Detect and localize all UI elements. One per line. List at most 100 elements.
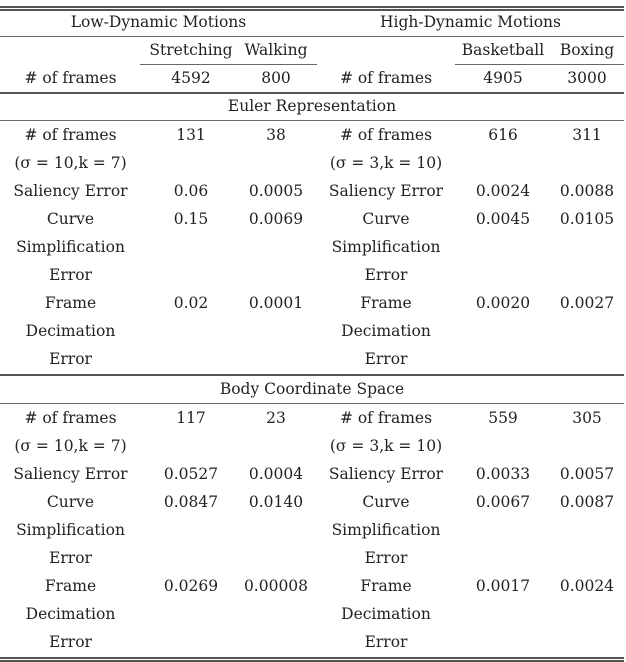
table-row: Decimation Decimation xyxy=(0,317,624,345)
cell-value: 0.0087 xyxy=(559,493,615,511)
cell-value: 0.0269 xyxy=(163,577,219,595)
row-label: Frame xyxy=(44,577,97,595)
row-label: Error xyxy=(49,549,92,567)
col-stretching: Stretching xyxy=(149,41,233,59)
table-row: # of frames 131 38 # of frames 616 311 xyxy=(0,121,624,149)
table-row: Simplification Simplification xyxy=(0,233,624,261)
group-high-dynamic: High-Dynamic Motions xyxy=(380,13,561,31)
cell-value: 0.0005 xyxy=(248,182,304,200)
col-basketball: Basketball xyxy=(461,41,545,59)
row-label: Frame xyxy=(360,577,412,595)
bottom-rule xyxy=(0,657,624,659)
row-label: Decimation xyxy=(341,605,431,623)
row-label: Decimation xyxy=(341,322,431,340)
cell-value: 0.02 xyxy=(173,294,209,312)
cell-value: 0.0033 xyxy=(475,465,531,483)
cell-value: 0.0020 xyxy=(475,294,531,312)
row-label: Error xyxy=(49,266,92,284)
cell-value: 305 xyxy=(572,409,602,427)
section-title-row: Euler Representation xyxy=(0,92,624,120)
cell-value: 131 xyxy=(176,126,206,144)
cell-value: 0.0140 xyxy=(248,493,304,511)
row-label: Simplification xyxy=(16,238,125,256)
table-row: Curve 0.0847 0.0140 Curve 0.0067 0.0087 xyxy=(0,488,624,516)
cell-value: 0.0069 xyxy=(248,210,304,228)
group-header-row: Low-Dynamic Motions High-Dynamic Motions xyxy=(0,8,624,36)
section-title-euler: Euler Representation xyxy=(227,97,397,115)
row-label: Curve xyxy=(362,493,410,511)
row-label: Simplification xyxy=(16,521,125,539)
cell-value: 0.0057 xyxy=(559,465,615,483)
row-label: Saliency Error xyxy=(13,465,128,483)
row-label: Error xyxy=(49,633,92,651)
table-row: Error Error xyxy=(0,345,624,373)
table-row: (σ = 10,k = 7) (σ = 3,k = 10) xyxy=(0,149,624,177)
group-low-dynamic: Low-Dynamic Motions xyxy=(70,13,247,31)
cell-value: 0.0527 xyxy=(163,465,219,483)
table-row: Curve 0.15 0.0069 Curve 0.0045 0.0105 xyxy=(0,205,624,233)
col-boxing: Boxing xyxy=(559,41,615,59)
frames-label: # of frames xyxy=(24,69,117,87)
row-label: Error xyxy=(364,350,408,368)
column-header-row: Stretching Walking Basketball Boxing xyxy=(0,36,624,64)
row-label: Frame xyxy=(360,294,412,312)
cell-value: 38 xyxy=(266,126,286,144)
params-label: (σ = 3,k = 10) xyxy=(329,437,443,455)
params-label: (σ = 3,k = 10) xyxy=(329,154,443,172)
frames-walking: 800 xyxy=(261,69,291,87)
cell-value: 23 xyxy=(266,409,286,427)
cell-value: 0.06 xyxy=(173,182,209,200)
row-label: Decimation xyxy=(25,605,116,623)
row-label: Error xyxy=(364,549,408,567)
row-label: # of frames xyxy=(339,126,433,144)
table-row: Saliency Error 0.06 0.0005 Saliency Erro… xyxy=(0,177,624,205)
row-label: Error xyxy=(364,266,408,284)
row-label: Saliency Error xyxy=(13,182,128,200)
cell-value: 616 xyxy=(488,126,518,144)
row-label: Error xyxy=(49,350,92,368)
cell-value: 0.0017 xyxy=(475,577,531,595)
frames-basketball: 4905 xyxy=(483,69,523,87)
cell-value: 0.0001 xyxy=(248,294,304,312)
section-title-body: Body Coordinate Space xyxy=(219,380,405,398)
table-row: Error Error xyxy=(0,261,624,289)
row-label: # of frames xyxy=(339,409,433,427)
row-label: Curve xyxy=(46,210,95,228)
row-label: # of frames xyxy=(24,409,117,427)
params-label: (σ = 10,k = 7) xyxy=(14,154,127,172)
row-label: Saliency Error xyxy=(328,465,444,483)
col-walking: Walking xyxy=(244,41,308,59)
row-label: Saliency Error xyxy=(328,182,444,200)
row-label: Simplification xyxy=(331,238,441,256)
cell-value: 559 xyxy=(488,409,518,427)
table-row: (σ = 10,k = 7) (σ = 3,k = 10) xyxy=(0,432,624,460)
table-row: Simplification Simplification xyxy=(0,516,624,544)
frames-boxing: 3000 xyxy=(567,69,607,87)
row-label: Frame xyxy=(44,294,97,312)
row-label: Curve xyxy=(362,210,410,228)
frames-label-right: # of frames xyxy=(339,69,433,87)
cell-value: 0.0027 xyxy=(559,294,615,312)
cell-value: 0.0024 xyxy=(559,577,615,595)
section-title-row: Body Coordinate Space xyxy=(0,375,624,403)
row-label: # of frames xyxy=(24,126,117,144)
table-row: Error Error xyxy=(0,628,624,656)
cell-value: 0.0067 xyxy=(475,493,531,511)
cell-value: 0.15 xyxy=(173,210,209,228)
table-row: Frame 0.02 0.0001 Frame 0.0020 0.0027 xyxy=(0,289,624,317)
table-row: Error Error xyxy=(0,544,624,572)
table-row: Decimation Decimation xyxy=(0,600,624,628)
cell-value: 0.0105 xyxy=(559,210,615,228)
row-label: Decimation xyxy=(25,322,116,340)
table-row: # of frames 117 23 # of frames 559 305 xyxy=(0,404,624,432)
frames-stretching: 4592 xyxy=(171,69,211,87)
cell-value: 0.0088 xyxy=(559,182,615,200)
total-frames-row: # of frames 4592 800 # of frames 4905 30… xyxy=(0,64,624,92)
table-row: Frame 0.0269 0.00008 Frame 0.0017 0.0024 xyxy=(0,572,624,600)
cell-value: 0.0045 xyxy=(475,210,531,228)
cell-value: 0.00008 xyxy=(243,577,309,595)
row-label: Error xyxy=(364,633,408,651)
row-label: Simplification xyxy=(331,521,441,539)
cell-value: 0.0004 xyxy=(248,465,304,483)
row-label: Curve xyxy=(46,493,95,511)
